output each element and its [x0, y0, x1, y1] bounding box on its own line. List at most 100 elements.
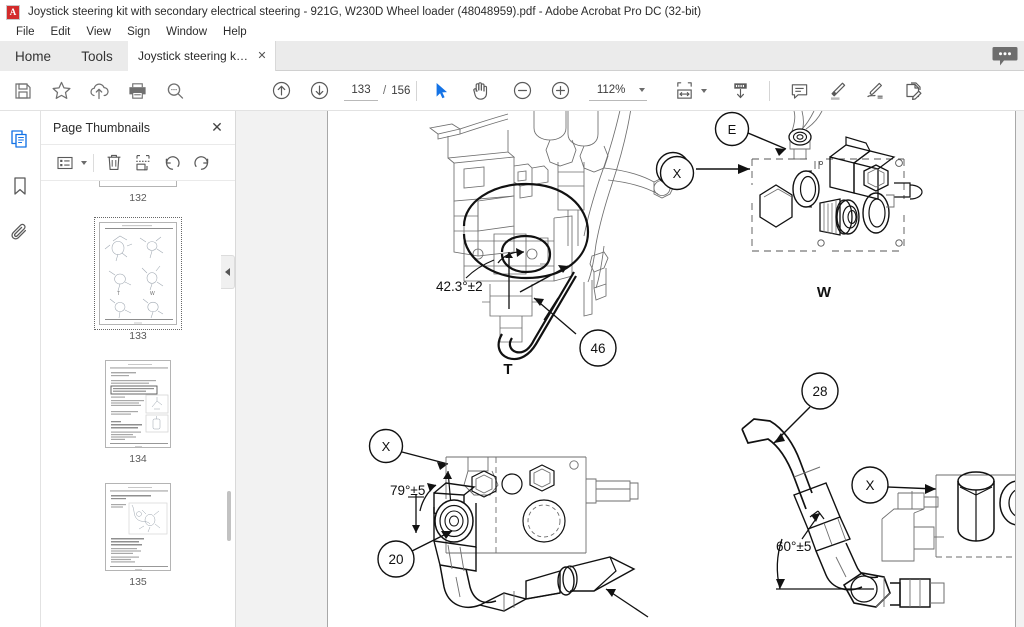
scroll-mode-button[interactable] — [721, 71, 759, 111]
thumbnail-page-number: 135 — [129, 576, 147, 588]
add-to-favorites-button[interactable] — [42, 71, 80, 111]
sidebar-rail — [0, 111, 41, 627]
sidebar-item-bookmarks[interactable] — [3, 170, 37, 202]
menu-item-view[interactable]: View — [78, 24, 119, 41]
balloon-e: E — [728, 122, 737, 137]
figure-t-caption: T — [503, 361, 512, 378]
menu-item-file[interactable]: File — [8, 24, 43, 41]
hand-tool-button[interactable] — [461, 71, 499, 111]
toolbar-divider-2 — [769, 80, 771, 101]
thumbnail-page-image[interactable] — [99, 181, 177, 187]
page-navigation: / 156 — [344, 80, 411, 101]
panel-toolbar — [41, 145, 235, 181]
title-bar: A Joystick steering kit with secondary e… — [0, 0, 1024, 24]
main-toolbar: / 156 — [0, 71, 1024, 111]
menu-item-sign[interactable]: Sign — [119, 24, 158, 41]
thumbnail-page-number: 132 — [129, 192, 147, 204]
close-icon[interactable]: ✕ — [255, 49, 269, 63]
svg-text:W: W — [150, 291, 155, 297]
document-viewer[interactable]: 42.3°±2 46 T X — [236, 111, 1024, 627]
svg-text:T: T — [117, 291, 120, 297]
delete-pages-button[interactable] — [100, 149, 128, 177]
dimension-79: 79°±5 — [390, 483, 425, 498]
page-separator: / — [383, 84, 387, 97]
zoom-out-button[interactable] — [503, 71, 541, 111]
balloon-x-bl: X — [382, 439, 391, 454]
close-icon[interactable]: ✕ — [207, 118, 227, 138]
tab-strip: Home Tools Joystick steering kit... ✕ — [0, 41, 1024, 71]
zoom-level-value: 112% — [596, 84, 626, 96]
rotate-clockwise-button[interactable] — [187, 149, 215, 177]
sidebar-item-page-thumbnails[interactable] — [3, 123, 37, 155]
thumbnail-item[interactable]: 132 — [99, 181, 177, 222]
balloon-46: 46 — [590, 341, 605, 356]
tab-home[interactable]: Home — [0, 41, 66, 71]
tab-document-label: Joystick steering kit... — [138, 49, 249, 63]
acrobat-window: A Joystick steering kit with secondary e… — [0, 0, 1024, 627]
chevron-left-icon — [225, 268, 230, 276]
page-number-input[interactable] — [344, 80, 378, 101]
thumbnail-list[interactable]: 132 T W 133 134 135 — [41, 181, 235, 627]
panel-toolbar-divider — [93, 153, 94, 172]
menu-item-help[interactable]: Help — [215, 24, 255, 41]
thumbnail-scrollbar[interactable] — [225, 181, 233, 627]
balloon-20: 20 — [388, 552, 403, 567]
thumbnail-options-chevron-down-icon[interactable] — [81, 160, 87, 165]
edit-pdf-button[interactable] — [894, 71, 932, 111]
panel-title: Page Thumbnails — [53, 120, 151, 135]
dimension-60: 60°±5 — [776, 539, 811, 554]
page-thumbnails-panel: Page Thumbnails ✕ 132 T W 133 134 135 — [41, 111, 236, 627]
sidebar-item-attachments[interactable] — [3, 217, 37, 249]
balloon-x-w-label: X — [673, 166, 682, 181]
thumbnail-page-image[interactable] — [105, 483, 171, 571]
zoom-in-button[interactable] — [541, 71, 579, 111]
thumbnail-page-image[interactable]: T W — [94, 217, 182, 330]
save-button[interactable] — [4, 71, 42, 111]
rotate-counterclockwise-button[interactable] — [158, 149, 186, 177]
balloon-x-w: X — [657, 153, 697, 193]
page-fit-button[interactable] — [669, 71, 699, 111]
zoom-level-dropdown[interactable]: 112% — [589, 80, 648, 101]
figure-w: E W — [678, 111, 1015, 321]
panel-header: Page Thumbnails ✕ — [41, 111, 235, 145]
thumbnail-options-button[interactable] — [51, 149, 79, 177]
thumbnail-page-number: 134 — [129, 453, 147, 465]
comment-bubble-icon[interactable] — [992, 46, 1018, 67]
menu-item-edit[interactable]: Edit — [43, 24, 79, 41]
thumbnail-item[interactable]: 134 — [105, 360, 171, 483]
balloon-x-br: X — [865, 478, 874, 493]
extract-pages-button[interactable] — [129, 149, 157, 177]
figure-bottom-right: 28 60°±5 X — [728, 361, 1015, 627]
next-page-button[interactable] — [300, 71, 338, 111]
tab-document[interactable]: Joystick steering kit... ✕ — [128, 41, 276, 71]
thumbnail-scrollbar-thumb[interactable] — [227, 491, 231, 541]
balloon-28: 28 — [812, 384, 827, 399]
page-total: 156 — [391, 84, 411, 97]
document-page[interactable]: 42.3°±2 46 T X — [327, 111, 1016, 627]
chevron-down-icon — [639, 88, 646, 92]
thumbnail-page-image[interactable] — [105, 360, 171, 448]
highlight-button[interactable] — [818, 71, 856, 111]
toolbar-divider — [416, 80, 418, 101]
previous-page-button[interactable] — [262, 71, 300, 111]
page-fit-chevron-down-icon[interactable] — [701, 88, 708, 93]
fill-and-sign-button[interactable] — [856, 71, 894, 111]
figure-bottom-left: X 79°±5 20 — [348, 421, 688, 627]
thumbnail-item[interactable]: 135 — [105, 483, 171, 606]
thumbnail-page-number: 133 — [129, 330, 147, 342]
dimension-42-3: 42.3°±2 — [436, 279, 483, 294]
tab-strip-spacer — [276, 41, 1024, 70]
select-tool-button[interactable] — [423, 71, 461, 111]
print-button[interactable] — [118, 71, 156, 111]
upload-to-cloud-button[interactable] — [80, 71, 118, 111]
menu-bar: File Edit View Sign Window Help — [0, 24, 1024, 41]
window-title: Joystick steering kit with secondary ele… — [28, 6, 702, 18]
collapse-sidebar-handle[interactable] — [221, 255, 235, 289]
pdf-file-icon: A — [6, 4, 20, 20]
find-button[interactable] — [156, 71, 194, 111]
comment-button[interactable] — [780, 71, 818, 111]
figure-w-caption: W — [817, 284, 832, 301]
menu-item-window[interactable]: Window — [158, 24, 215, 41]
tab-tools[interactable]: Tools — [66, 41, 128, 71]
thumbnail-item[interactable]: T W 133 — [94, 217, 182, 360]
